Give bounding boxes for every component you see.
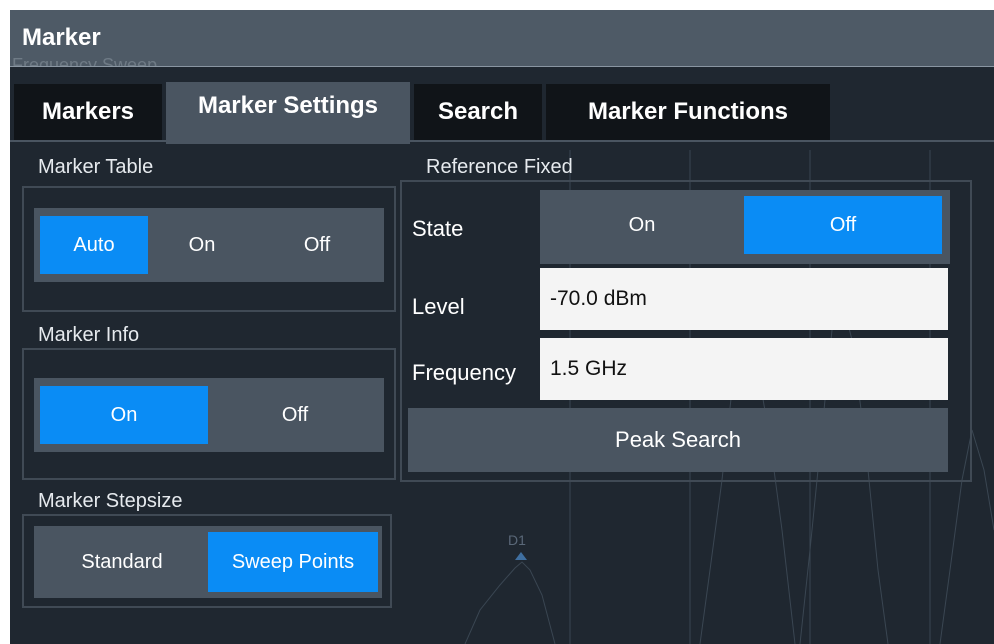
marker-info-on-button[interactable]: On: [40, 386, 208, 444]
state-label: State: [412, 216, 464, 241]
marker-stepsize-toggle: Standard Sweep Points: [34, 526, 382, 598]
dialog-title: Marker: [22, 24, 101, 51]
background-marker-d1: D1: [508, 532, 526, 548]
frequency-input[interactable]: 1.5 GHz: [540, 338, 948, 400]
tab-marker-settings[interactable]: Marker Settings: [166, 82, 410, 144]
title-ghost-text: Frequency Sweep: [12, 56, 158, 66]
marker-table-off-button[interactable]: Off: [256, 216, 378, 274]
marker-info-toggle: On Off: [34, 378, 384, 452]
marker-table-on-button[interactable]: On: [152, 216, 252, 274]
marker-triangle-icon: [515, 552, 527, 560]
marker-table-label: Marker Table: [38, 156, 154, 178]
reference-state-off-button[interactable]: Off: [744, 196, 942, 254]
tab-markers[interactable]: Markers: [14, 84, 162, 140]
marker-table-toggle: Auto On Off: [34, 208, 384, 282]
tab-strip: Markers Marker Settings Search Marker Fu…: [10, 82, 994, 144]
stepsize-sweep-points-button[interactable]: Sweep Points: [208, 532, 378, 592]
tab-search[interactable]: Search: [414, 84, 542, 140]
tab-marker-functions[interactable]: Marker Functions: [546, 84, 830, 140]
reference-state-toggle: On Off: [540, 190, 950, 264]
reference-state-on-button[interactable]: On: [544, 196, 740, 254]
stepsize-standard-button[interactable]: Standard: [38, 532, 206, 592]
peak-search-button[interactable]: Peak Search: [408, 408, 948, 472]
level-input[interactable]: -70.0 dBm: [540, 268, 948, 330]
frequency-label: Frequency: [412, 360, 516, 385]
level-label: Level: [412, 294, 465, 319]
marker-table-auto-button[interactable]: Auto: [40, 216, 148, 274]
marker-info-off-button[interactable]: Off: [212, 386, 378, 444]
reference-fixed-label: Reference Fixed: [426, 156, 573, 178]
tab-underline: [10, 140, 994, 142]
marker-dialog: D1 Marker Frequency Sweep Markers Marker…: [10, 10, 994, 644]
title-bar: Marker Frequency Sweep: [10, 10, 994, 67]
marker-info-label: Marker Info: [38, 324, 140, 346]
marker-stepsize-label: Marker Stepsize: [38, 490, 183, 512]
